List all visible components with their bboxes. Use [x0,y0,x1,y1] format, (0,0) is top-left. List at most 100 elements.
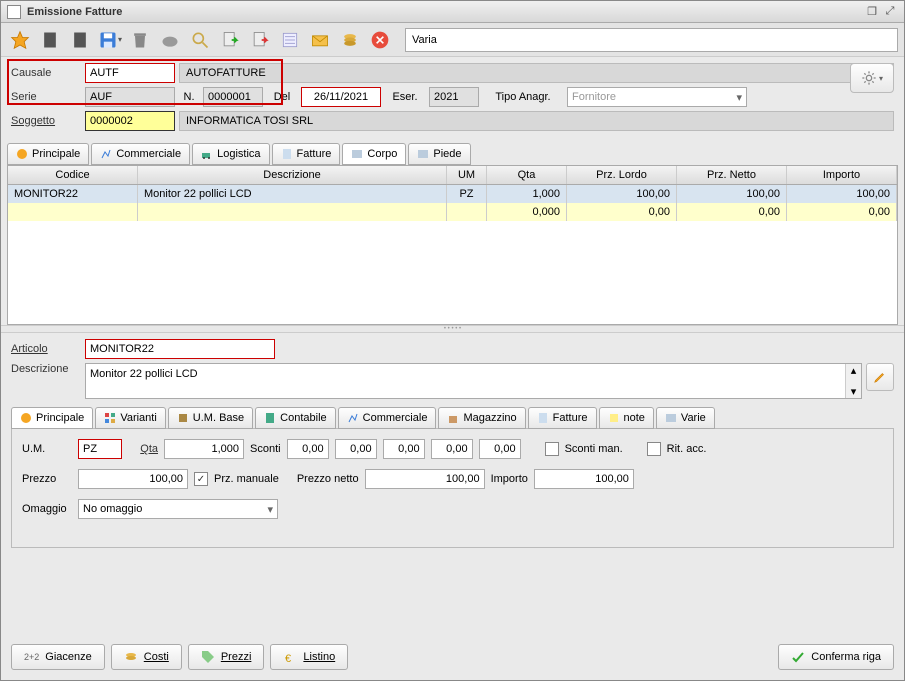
minimize-icon[interactable]: ⤢ [882,5,898,19]
restore-icon[interactable]: ❐ [864,5,880,19]
sconto1-input[interactable] [287,439,329,459]
tab-corpo[interactable]: Corpo [342,143,406,165]
del-label: Del [267,91,297,103]
prezzo-label: Prezzo [22,473,72,485]
tab-logistica[interactable]: Logistica [192,143,269,165]
importo-input[interactable] [534,469,634,489]
new-star-icon[interactable] [7,27,33,53]
col-importo[interactable]: Importo [787,166,897,184]
n-input[interactable]: 0000001 [203,87,263,107]
prezzi-button[interactable]: Prezzi [188,644,265,670]
subtab-varianti[interactable]: Varianti [95,407,165,429]
search-icon[interactable] [187,27,213,53]
serie-input[interactable]: AUF [85,87,175,107]
list-icon[interactable] [277,27,303,53]
sconto4-input[interactable] [431,439,473,459]
giacenze-button[interactable]: 2+2Giacenze [11,644,105,670]
subtab-varie[interactable]: Varie [656,407,715,429]
window: Emissione Fatture ❐ ⤢ ▾ Varia Causale AU… [0,0,905,681]
trash-icon[interactable] [127,27,153,53]
tab-commerciale[interactable]: Commerciale [91,143,190,165]
sconto2-input[interactable] [335,439,377,459]
grid-header: Codice Descrizione UM Qta Prz. Lordo Prz… [8,166,897,185]
scontiman-checkbox[interactable] [545,442,559,456]
coins-icon[interactable] [337,27,363,53]
save-icon[interactable]: ▾ [97,27,123,53]
subtab-contabile[interactable]: Contabile [255,407,335,429]
sconto3-input[interactable] [383,439,425,459]
varia-label: Varia [412,34,437,46]
splitter[interactable]: • • • • • [1,325,904,333]
grid-row[interactable]: MONITOR22 Monitor 22 pollici LCD PZ 1,00… [8,185,897,203]
export-icon[interactable] [247,27,273,53]
conferma-button[interactable]: Conferma riga [778,644,894,670]
prezzonetto-label: Prezzo netto [297,473,359,485]
scroll-down-icon[interactable]: ▾ [851,385,857,398]
przman-checkbox[interactable] [194,472,208,486]
subtab-commerciale[interactable]: Commerciale [338,407,437,429]
soggetto-desc: INFORMATICA TOSI SRL [179,111,894,131]
prezzonetto-input[interactable] [365,469,485,489]
mail-icon[interactable] [307,27,333,53]
sconto5-input[interactable] [479,439,521,459]
fields-panel: U.M. Qta Sconti Sconti man. Rit. acc. Pr… [11,428,894,548]
tab-principale[interactable]: Principale [7,143,89,165]
tipoanagr-combo[interactable]: Fornitore▾ [567,87,747,107]
toolbar: ▾ Varia [1,23,904,57]
serie-label: Serie [11,91,81,103]
del-input[interactable]: 26/11/2021 [301,87,381,107]
doc-dark2-icon[interactable] [67,27,93,53]
col-desc[interactable]: Descrizione [138,166,447,184]
um-input[interactable] [78,439,122,459]
omaggio-label: Omaggio [22,503,72,515]
subtab-magazzino[interactable]: Magazzino [438,407,525,429]
grid-row[interactable]: 0,000 0,00 0,00 0,00 [8,203,897,221]
descrizione-label: Descrizione [11,363,81,375]
varia-field[interactable]: Varia [405,28,898,52]
qta-input[interactable] [164,439,244,459]
soggetto-input[interactable]: 0000002 [85,111,175,131]
subtab-principale[interactable]: Principale [11,407,93,429]
prezzo-input[interactable] [78,469,188,489]
tag-icon [201,650,215,664]
sconti-label: Sconti [250,443,281,455]
subtab-umbase[interactable]: U.M. Base [168,407,253,429]
edit-button[interactable] [866,363,894,391]
listino-button[interactable]: €Listino [270,644,348,670]
euro-icon: € [283,650,297,664]
n-label: N. [179,91,199,103]
tab-fatture[interactable]: Fatture [272,143,341,165]
col-netto[interactable]: Prz. Netto [677,166,787,184]
ritacc-checkbox[interactable] [647,442,661,456]
causale-input[interactable]: AUTF [85,63,175,83]
tab-piede[interactable]: Piede [408,143,470,165]
coins-icon [124,650,138,664]
import-icon[interactable] [217,27,243,53]
col-um[interactable]: UM [447,166,487,184]
przman-label: Prz. manuale [214,473,279,485]
articolo-input[interactable]: MONITOR22 [85,339,275,359]
doc-dark-icon[interactable] [37,27,63,53]
col-qta[interactable]: Qta [487,166,567,184]
cloud-icon[interactable] [157,27,183,53]
scrollbar[interactable]: ▴▾ [845,364,861,398]
col-codice[interactable]: Codice [8,166,138,184]
articolo-label[interactable]: Articolo [11,343,81,355]
header-area: Causale AUTF AUTOFATTURE Serie AUF N. 00… [1,57,904,141]
window-title: Emissione Fatture [27,6,862,18]
subtab-note[interactable]: note [599,407,654,429]
chevron-down-icon: ▾ [736,91,742,104]
costi-button[interactable]: Costi [111,644,182,670]
col-lordo[interactable]: Prz. Lordo [567,166,677,184]
qta-label[interactable]: Qta [128,443,158,455]
scroll-up-icon[interactable]: ▴ [851,364,857,377]
omaggio-combo[interactable]: No omaggio▾ [78,499,278,519]
descrizione-textarea[interactable]: Monitor 22 pollici LCD ▴▾ [85,363,862,399]
main-tabs: Principale Commerciale Logistica Fatture… [1,141,904,165]
eser-input[interactable]: 2021 [429,87,479,107]
gear-button[interactable]: ▾ [850,63,894,93]
soggetto-label[interactable]: Soggetto [11,115,81,127]
subtab-fatture[interactable]: Fatture [528,407,597,429]
causale-label: Causale [11,67,81,79]
close-icon[interactable] [367,27,393,53]
